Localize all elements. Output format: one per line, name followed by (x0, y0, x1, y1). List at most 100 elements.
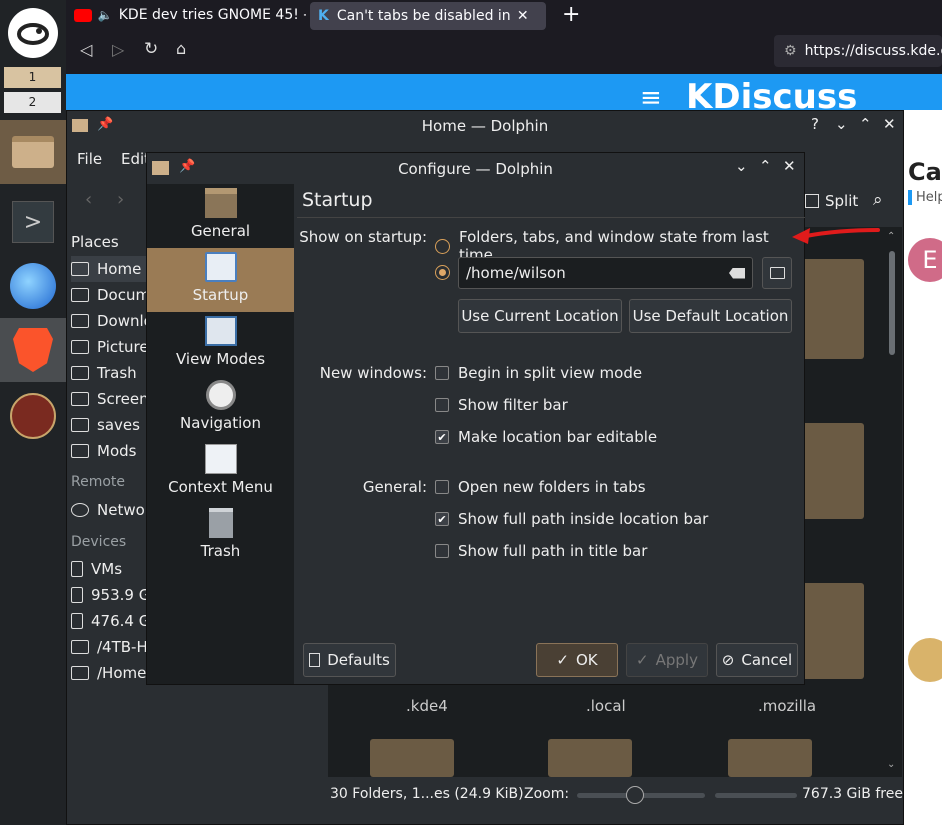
category-general[interactable]: General (147, 184, 294, 248)
dolphin-task-button[interactable] (0, 120, 66, 184)
use-current-location-button[interactable]: Use Current Location (458, 299, 622, 333)
device-item-home[interactable]: /Home (71, 660, 151, 686)
folder-item[interactable] (728, 739, 812, 777)
scrollbar-thumb[interactable] (889, 251, 895, 355)
path-input-value: /home/wilson (466, 264, 566, 282)
context-menu-icon (204, 444, 237, 474)
places-item-trash[interactable]: Trash (71, 360, 151, 386)
checkbox[interactable] (435, 398, 449, 412)
category-trash[interactable]: Trash (147, 504, 294, 568)
folder-item[interactable] (370, 739, 454, 777)
ok-button[interactable]: ✓ OK (536, 643, 618, 677)
places-item-screenshots[interactable]: Screenshots (71, 386, 151, 412)
category-context-menu[interactable]: Context Menu (147, 440, 294, 504)
zoom-label: Zoom: (524, 786, 570, 802)
home-icon (71, 262, 89, 276)
places-item-network[interactable]: Network (71, 497, 151, 523)
option-full-path-location[interactable]: ✔ Show full path inside location bar (435, 510, 708, 528)
cancel-button[interactable]: ⊘ Cancel (716, 643, 798, 677)
places-item-pictures[interactable]: Pictures (71, 334, 151, 360)
kde-icon: K (318, 8, 329, 24)
opensuse-logo-icon[interactable] (8, 8, 58, 58)
forward-icon[interactable]: › (117, 189, 124, 210)
topic-category[interactable]: Help (908, 190, 942, 205)
checkbox[interactable] (435, 480, 449, 494)
radio-button[interactable] (435, 265, 450, 280)
configure-titlebar[interactable]: 📌 Configure — Dolphin ⌄ ⌃ ✕ (147, 153, 804, 184)
game-task-button[interactable] (0, 384, 66, 448)
close-icon[interactable]: ✕ (517, 8, 529, 24)
compass-icon (205, 380, 236, 410)
checkbox[interactable] (435, 544, 449, 558)
site-logo[interactable]: KDiscuss (686, 80, 857, 114)
clear-text-icon[interactable] (729, 267, 745, 279)
device-item-476[interactable]: 476.4 GiB (71, 608, 151, 634)
devices-header: Devices (71, 534, 127, 550)
defaults-button[interactable]: Defaults (303, 643, 396, 677)
option-split-view[interactable]: Begin in split view mode (435, 364, 642, 382)
option-filter-bar[interactable]: Show filter bar (435, 396, 568, 414)
device-item-953[interactable]: 953.9 GiB (71, 582, 151, 608)
radio-button[interactable] (435, 238, 450, 254)
use-default-location-button[interactable]: Use Default Location (629, 299, 792, 333)
minimize-icon[interactable]: ⌄ (735, 157, 748, 175)
scroll-down-icon[interactable]: ⌄ (887, 759, 895, 770)
places-item-documents[interactable]: Documents (71, 282, 151, 308)
device-item-vms[interactable]: VMs (71, 556, 151, 582)
split-button[interactable]: Split (805, 192, 858, 210)
back-icon[interactable]: ‹ (85, 189, 92, 210)
pin-icon[interactable]: 📌 (97, 117, 113, 132)
minimize-icon[interactable]: ⌄ (835, 115, 848, 133)
search-icon[interactable]: ⌕ (873, 190, 883, 210)
category-view-modes[interactable]: View Modes (147, 312, 294, 376)
reload-icon[interactable]: ↻ (144, 39, 158, 59)
browser-tab-youtube[interactable]: 🔈 KDE dev tries GNOME 45! - (74, 0, 306, 30)
site-info-icon[interactable]: ⚙ (784, 43, 797, 59)
new-tab-button[interactable]: + (562, 2, 580, 27)
maximize-icon[interactable]: ⌃ (859, 115, 872, 133)
desktop-2-button[interactable]: 2 (4, 92, 61, 113)
dolphin-titlebar[interactable]: 📌 Home — Dolphin ? ⌄ ⌃ ✕ (67, 111, 903, 141)
desktop-1-button[interactable]: 1 (4, 67, 61, 88)
terminal-task-button[interactable]: > (0, 190, 66, 254)
maximize-icon[interactable]: ⌃ (759, 157, 772, 175)
places-item-saves[interactable]: saves (71, 412, 151, 438)
vertical-scrollbar[interactable]: ⌃ ⌄ (886, 231, 898, 775)
option-folders-in-tabs[interactable]: Open new folders in tabs (435, 478, 646, 496)
checkbox[interactable]: ✔ (435, 430, 449, 444)
path-input[interactable]: /home/wilson (458, 257, 753, 289)
user-avatar[interactable]: E (908, 238, 942, 282)
help-icon[interactable]: ? (811, 115, 819, 133)
url-bar[interactable]: ⚙ https://discuss.kde.org (774, 35, 942, 67)
places-item-home[interactable]: Home (71, 256, 151, 282)
browse-folder-button[interactable] (762, 257, 792, 289)
pin-icon[interactable]: 📌 (179, 159, 195, 174)
device-item-4tb[interactable]: /4TB-HDD (71, 634, 151, 660)
option-editable-location[interactable]: ✔ Make location bar editable (435, 428, 657, 446)
places-item-mods[interactable]: Mods (71, 438, 151, 464)
option-full-path-title[interactable]: Show full path in title bar (435, 542, 647, 560)
checkbox[interactable]: ✔ (435, 512, 449, 526)
folder-item[interactable] (548, 739, 632, 777)
hamburger-menu-icon[interactable]: ≡ (640, 85, 662, 111)
thunderbird-task-button[interactable] (0, 254, 66, 318)
back-icon[interactable]: ◁ (80, 40, 92, 59)
brave-task-button[interactable] (0, 318, 66, 382)
category-navigation[interactable]: Navigation (147, 376, 294, 440)
configure-dialog: 📌 Configure — Dolphin ⌄ ⌃ ✕ General Star… (146, 152, 805, 685)
category-startup[interactable]: Startup (147, 248, 294, 312)
scroll-up-icon[interactable]: ⌃ (887, 231, 895, 242)
checkbox[interactable] (435, 366, 449, 380)
forward-icon[interactable]: ▷ (112, 40, 124, 59)
zoom-slider[interactable] (577, 786, 705, 804)
user-photo-avatar[interactable] (908, 638, 942, 682)
home-icon[interactable]: ⌂ (176, 39, 186, 58)
radio-custom-path[interactable] (435, 265, 459, 280)
zoom-slider-handle[interactable] (625, 786, 644, 804)
close-icon[interactable]: ✕ (783, 157, 796, 175)
browser-tab-discuss[interactable]: K Can't tabs be disabled in ✕ (310, 2, 546, 30)
menu-file[interactable]: File (77, 150, 102, 168)
brave-lion-icon (13, 328, 53, 372)
close-icon[interactable]: ✕ (883, 115, 896, 133)
places-item-downloads[interactable]: Downloads (71, 308, 151, 334)
